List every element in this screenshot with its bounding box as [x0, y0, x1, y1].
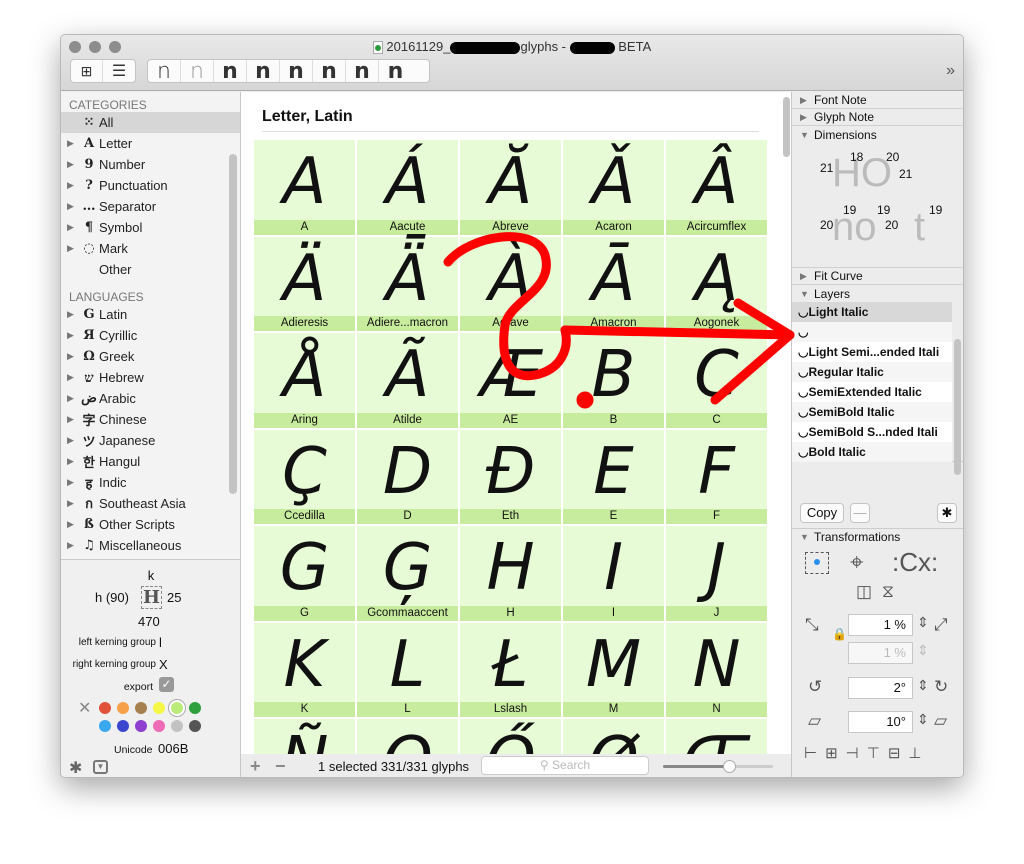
annotation-dot [576, 391, 594, 409]
annotation-arrow-head [710, 298, 795, 405]
red-arrow-annotation [443, 232, 795, 409]
annotation-stroke [443, 232, 571, 381]
annotation-arrow-shaft [560, 325, 795, 340]
